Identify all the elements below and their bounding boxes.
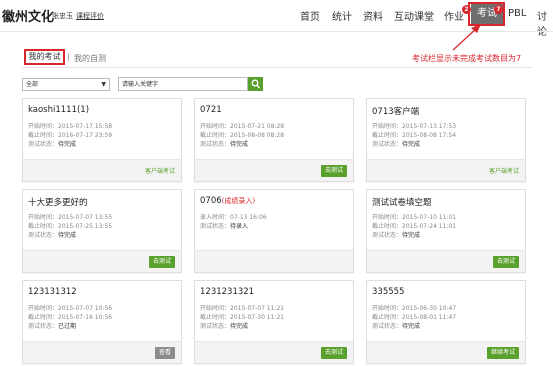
status-filter-select[interactable]: 全部 ▼ — [22, 78, 110, 91]
exam-status: 测试状态：待录入 — [200, 223, 249, 230]
tab-separator: | — [67, 52, 70, 61]
exam-status: 测试状态：待完成 — [372, 232, 421, 239]
go-test-button[interactable]: 去测试 — [148, 256, 175, 268]
exam-card[interactable]: 123131312 开始时间：2015-07-07 10:56 截止时间：201… — [22, 280, 182, 364]
card-footer: 去测试 — [195, 159, 353, 181]
exam-title: 0706(成绩录入) — [200, 196, 256, 206]
tab-my-exams[interactable]: 我的考试 — [24, 49, 65, 65]
chevron-down-icon: ▼ — [101, 81, 106, 88]
exam-status: 测试状态：待完成 — [28, 141, 77, 148]
card-footer: 去测试 — [367, 250, 525, 272]
exam-title: 1231231321 — [200, 287, 255, 297]
exam-status: 测试状态：待完成 — [372, 323, 421, 330]
exam-title: 123131312 — [28, 287, 77, 297]
tab-divider — [22, 67, 532, 68]
exam-card[interactable]: 测试试卷填空题 开始时间：2015-07-10 11:01 截止时间：2015-… — [366, 189, 526, 273]
exam-end-time: 截止时间：2015-07-25 13:55 — [28, 223, 113, 230]
card-footer: 继续考试 — [367, 341, 525, 363]
exam-card[interactable]: 0713客户端 开始时间：2015-07-13 17:53 截止时间：2015-… — [366, 98, 526, 182]
exam-card[interactable]: 十大更多更好的 开始时间：2015-07-07 13:55 截止时间：2015-… — [22, 189, 182, 273]
exam-start-time: 开始时间：2015-07-07 10:56 — [28, 305, 113, 312]
exam-end-time: 截止时间：2015-08-08 08:28 — [200, 132, 285, 139]
exam-start-time: 开始时间：2015-06-30 10:47 — [372, 305, 457, 312]
exam-status: 测试状态：已过期 — [28, 323, 77, 330]
exam-card[interactable]: 1231231321 开始时间：2015-07-07 11:21 截止时间：20… — [194, 280, 354, 364]
go-test-button[interactable]: 去测试 — [320, 347, 347, 359]
card-footer: 去测试 — [195, 341, 353, 363]
status-filter-value: 全部 — [26, 81, 39, 88]
exam-title: 0721 — [200, 105, 222, 115]
exam-start-time: 开始时间：2015-07-07 13:55 — [28, 214, 113, 221]
card-footer — [195, 250, 353, 272]
exam-card[interactable]: 0721 开始时间：2015-07-21 08:28 截止时间：2015-08-… — [194, 98, 354, 182]
search-icon — [251, 79, 260, 89]
go-test-button[interactable]: 去测试 — [320, 165, 347, 177]
card-footer: 去测试 — [23, 250, 181, 272]
exam-card[interactable]: 335555 开始时间：2015-06-30 10:47 截止时间：2015-0… — [366, 280, 526, 364]
exam-card[interactable]: kaoshi1111(1) 开始时间：2015-07-17 15:58 截止时间… — [22, 98, 182, 182]
view-button[interactable]: 查看 — [154, 347, 175, 359]
exam-start-time: 开始时间：2015-07-21 08:28 — [200, 123, 285, 130]
exam-start-time: 开始时间：2015-07-13 17:53 — [372, 123, 457, 130]
exam-title: 测试试卷填空题 — [372, 198, 432, 208]
exam-start-time: 开始时间：2015-07-17 15:58 — [28, 123, 113, 130]
search-input[interactable] — [118, 77, 248, 91]
exam-status: 测试状态：待完成 — [372, 141, 421, 148]
client-exam-link[interactable]: 客户端考试 — [489, 166, 519, 175]
search-button[interactable] — [248, 77, 263, 91]
exam-entry-time: 录入时间：07-13 16:06 — [200, 214, 267, 221]
card-footer: 客户端考试 — [367, 159, 525, 181]
exam-status: 测试状态：待完成 — [28, 232, 77, 239]
exam-status: 测试状态：待完成 — [200, 323, 249, 330]
exam-end-time: 截止时间：2015-07-24 11:01 — [372, 223, 457, 230]
exam-end-time: 截止时间：2016-07-17 23:59 — [28, 132, 113, 139]
exam-title: 十大更多更好的 — [28, 198, 88, 208]
exam-end-time: 截止时间：2015-07-16 10:56 — [28, 314, 113, 321]
grade-entry-tag: (成绩录入) — [221, 197, 256, 205]
card-footer: 客户端考试 — [23, 159, 181, 181]
tab-my-self-tests[interactable]: 我的自测 — [74, 53, 106, 64]
exam-start-time: 开始时间：2015-07-07 11:21 — [200, 305, 285, 312]
card-footer: 查看 — [23, 341, 181, 363]
exam-title: kaoshi1111(1) — [28, 105, 90, 115]
client-exam-link[interactable]: 客户端考试 — [145, 166, 175, 175]
exam-end-time: 截止时间：2015-07-30 11:21 — [200, 314, 285, 321]
exam-title: 0713客户端 — [372, 107, 420, 117]
exam-card[interactable]: 0706(成绩录入) 录入时间：07-13 16:06 测试状态：待录入 — [194, 189, 354, 273]
exam-status: 测试状态：待完成 — [200, 141, 249, 148]
continue-exam-button[interactable]: 继续考试 — [486, 347, 519, 359]
exam-end-time: 截止时间：2015-08-01 11:47 — [372, 314, 457, 321]
go-test-button[interactable]: 去测试 — [492, 256, 519, 268]
annotation-text: 考试栏显示未完成考试数目为7 — [412, 54, 522, 63]
exam-end-time: 截止时间：2015-08-08 17:54 — [372, 132, 457, 139]
exam-start-time: 开始时间：2015-07-10 11:01 — [372, 214, 457, 221]
exam-title: 335555 — [372, 287, 405, 297]
